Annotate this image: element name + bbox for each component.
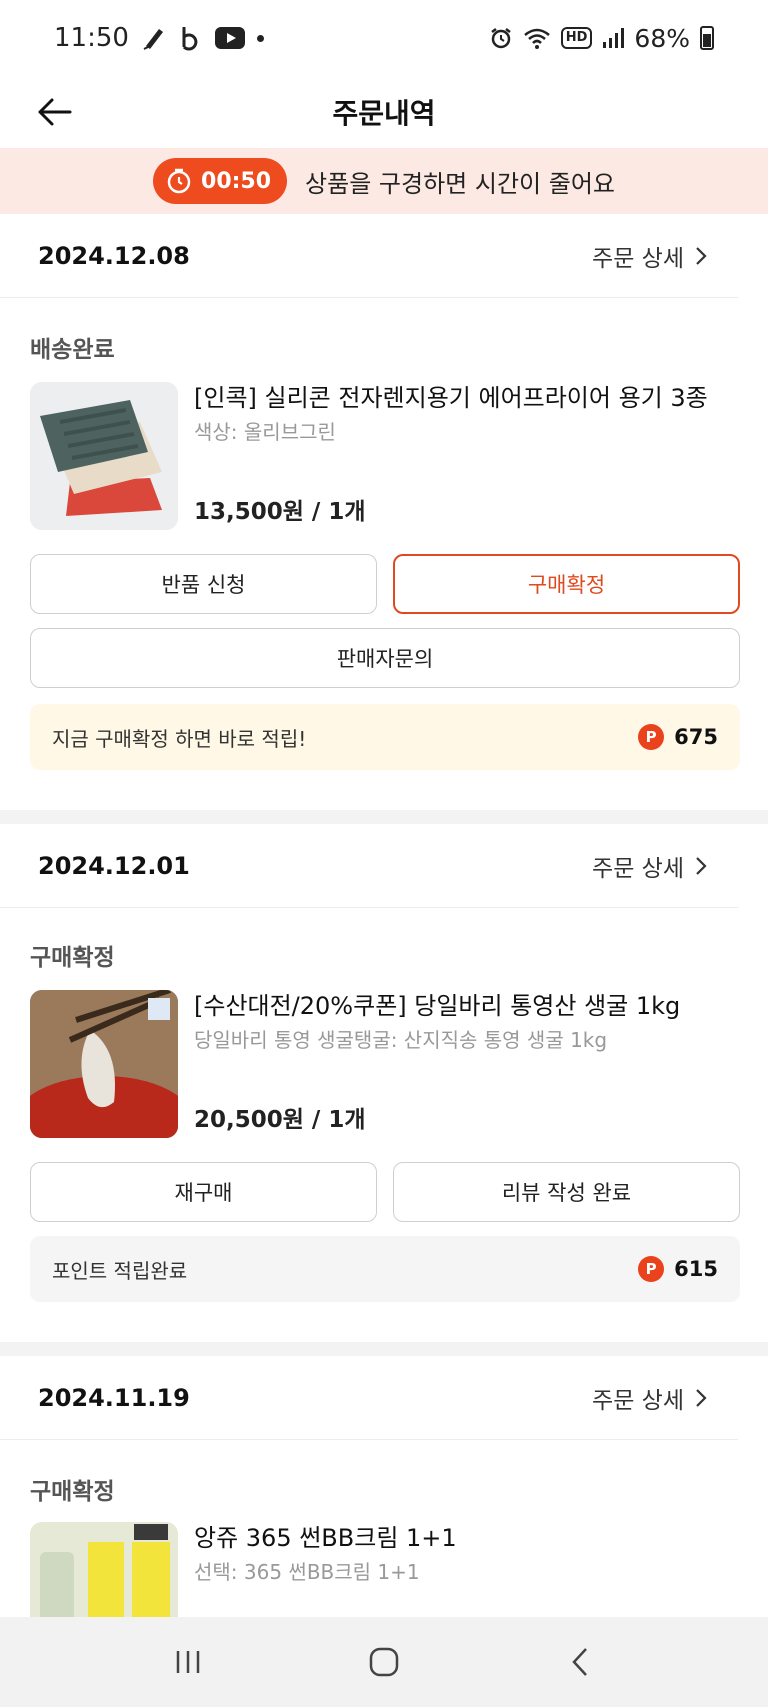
b-app-icon [179, 25, 203, 51]
status-right: HD 68% [489, 24, 714, 53]
system-nav-bar [0, 1617, 768, 1707]
order-date: 2024.12.01 [38, 851, 190, 880]
recent-apps-button[interactable] [158, 1632, 218, 1692]
oyster-image [30, 990, 178, 1138]
youtube-icon [214, 27, 245, 49]
section-divider [0, 810, 768, 824]
product-item[interactable]: [수산대전/20%쿠폰] 당일바리 통영산 생굴 1kg 당일바리 통영 생굴탱… [30, 990, 740, 1138]
product-item[interactable]: 앙쥬 365 썬BB크림 1+1 선택: 365 썬BB크림 1+1 [30, 1522, 740, 1617]
battery-percent: 68% [634, 23, 690, 53]
point-amount-group: P 675 [638, 724, 718, 750]
silicone-container-image [40, 400, 162, 516]
point-reward-box: 지금 구매확정 하면 바로 적립! P 675 [30, 704, 740, 770]
order-detail-label: 주문 상세 [592, 1387, 684, 1414]
battery-icon [700, 26, 714, 50]
home-button[interactable] [354, 1632, 414, 1692]
product-info: [수산대전/20%쿠폰] 당일바리 통영산 생굴 1kg 당일바리 통영 생굴탱… [194, 990, 740, 1138]
point-amount: 675 [674, 725, 718, 749]
purchase-confirm-button[interactable]: 구매확정 [393, 554, 740, 614]
product-thumbnail[interactable] [30, 1522, 178, 1617]
product-thumbnail[interactable] [30, 990, 178, 1138]
product-option: 색상: 올리브그린 [194, 420, 336, 444]
signal-icon [602, 27, 625, 49]
more-notifications-dot-icon [256, 34, 264, 42]
timer-pill: 00:50 [153, 158, 288, 204]
product-name: 앙쥬 365 썬BB크림 1+1 [194, 1524, 457, 1552]
arrow-left-icon [38, 98, 72, 126]
app-header: 주문내역 [0, 76, 768, 148]
order-status: 배송완료 [30, 337, 115, 363]
page-title: 주문내역 [332, 97, 436, 130]
chevron-right-icon [696, 856, 707, 875]
back-button[interactable] [30, 88, 78, 136]
home-icon [369, 1647, 399, 1677]
order-header: 2024.12.08 주문 상세 [0, 214, 738, 298]
section-divider [0, 1342, 768, 1356]
recent-apps-icon [176, 1651, 200, 1673]
status-time: 11:50 [54, 23, 129, 53]
seller-inquiry-button[interactable]: 판매자문의 [30, 628, 740, 688]
timer-message: 상품을 구경하면 시간이 줄어요 [305, 169, 615, 198]
order-date: 2024.12.08 [38, 241, 190, 270]
product-info: 앙쥬 365 썬BB크림 1+1 선택: 365 썬BB크림 1+1 [194, 1522, 740, 1617]
point-amount: 615 [674, 1257, 718, 1281]
product-info: [인콕] 실리콘 전자렌지용기 에어프라이어 용기 3종 색상: 올리브그린 1… [194, 382, 740, 530]
product-name: [인콕] 실리콘 전자렌지용기 에어프라이어 용기 3종 [194, 384, 708, 412]
point-icon: P [638, 724, 665, 750]
status-left: 11:50 [54, 23, 264, 53]
order-date: 2024.11.19 [38, 1383, 190, 1412]
wifi-icon [523, 27, 551, 49]
status-bar: 11:50 HD 68% [0, 0, 768, 76]
order-detail-link[interactable]: 주문 상세 [592, 849, 708, 883]
timer-banner: 00:50 상품을 구경하면 시간이 줄어요 [0, 148, 768, 214]
product-price: 20,500원 / 1개 [194, 1107, 366, 1133]
return-request-button[interactable]: 반품 신청 [30, 554, 377, 614]
order-status: 구매확정 [30, 1479, 115, 1505]
pen-notification-icon [141, 25, 167, 51]
chevron-left-icon [572, 1648, 587, 1676]
product-price: 13,500원 / 1개 [194, 499, 366, 525]
product-name: [수산대전/20%쿠폰] 당일바리 통영산 생굴 1kg [194, 992, 681, 1020]
order-card: 2024.12.08 주문 상세 배송완료 [인콕] 실리콘 전자렌지용기 에어… [0, 214, 768, 810]
order-detail-link[interactable]: 주문 상세 [592, 239, 708, 273]
order-detail-label: 주문 상세 [592, 855, 684, 882]
nav-back-button[interactable] [550, 1632, 610, 1692]
chevron-right-icon [696, 246, 707, 265]
product-thumbnail[interactable] [30, 382, 178, 530]
order-card: 2024.12.01 주문 상세 구매확정 [수산대전/20%쿠폰] 당일바리 … [0, 824, 768, 1358]
timer-value: 00:50 [201, 168, 272, 194]
order-detail-label: 주문 상세 [592, 245, 684, 272]
alarm-icon [489, 26, 513, 50]
order-detail-link[interactable]: 주문 상세 [592, 1381, 708, 1415]
point-message: 지금 구매확정 하면 바로 적립! [52, 726, 307, 751]
hd-voice-icon: HD [560, 27, 593, 49]
point-message: 포인트 적립완료 [52, 1258, 188, 1283]
stopwatch-icon [167, 168, 191, 194]
order-header: 2024.11.19 주문 상세 [0, 1356, 738, 1440]
order-header: 2024.12.01 주문 상세 [0, 824, 738, 908]
product-item[interactable]: [인콕] 실리콘 전자렌지용기 에어프라이어 용기 3종 색상: 올리브그린 1… [30, 382, 740, 530]
point-amount-group: P 615 [638, 1256, 718, 1282]
review-complete-button[interactable]: 리뷰 작성 완료 [393, 1162, 740, 1222]
chevron-right-icon [696, 1388, 707, 1407]
product-option: 선택: 365 썬BB크림 1+1 [194, 1560, 420, 1584]
point-reward-box: 포인트 적립완료 P 615 [30, 1236, 740, 1302]
order-card: 2024.11.19 주문 상세 구매확정 앙쥬 365 썬BB크림 1+1 선… [0, 1356, 768, 1617]
repurchase-button[interactable]: 재구매 [30, 1162, 377, 1222]
order-status: 구매확정 [30, 945, 115, 971]
product-option: 당일바리 통영 생굴탱굴: 산지직송 통영 생굴 1kg [194, 1028, 608, 1052]
bb-cream-image [30, 1522, 178, 1617]
point-icon: P [638, 1256, 665, 1282]
